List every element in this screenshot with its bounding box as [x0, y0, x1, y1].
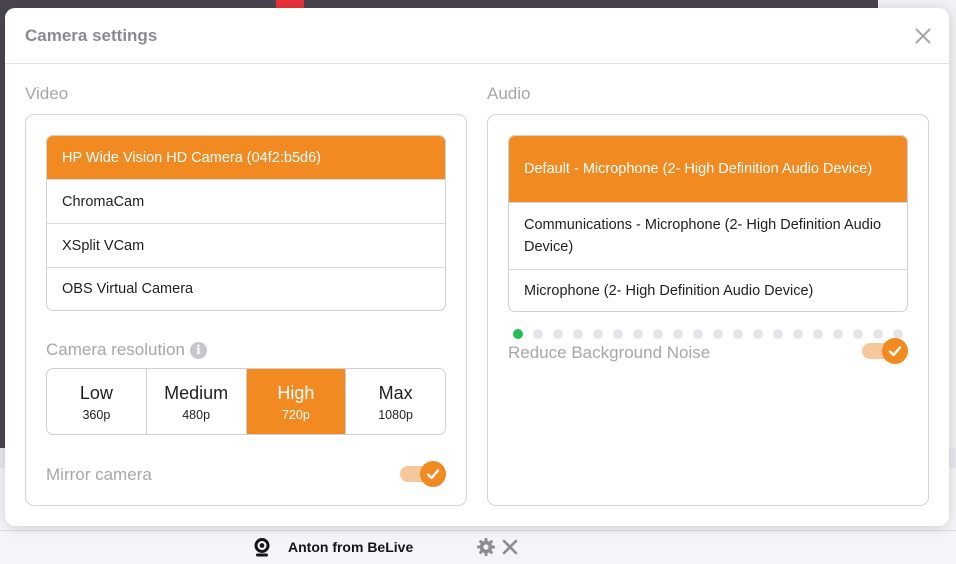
level-dot [713, 329, 723, 339]
level-dot [813, 329, 823, 339]
reduce-noise-toggle[interactable] [862, 338, 908, 364]
video-device-item[interactable]: OBS Virtual Camera [47, 267, 445, 310]
video-device-item[interactable]: ChromaCam [47, 179, 445, 223]
audio-device-item[interactable]: Microphone (2- High Definition Audio Dev… [509, 269, 907, 311]
level-dot [593, 329, 603, 339]
mirror-camera-label: Mirror camera [46, 465, 152, 484]
webcam-icon [252, 537, 272, 557]
level-dot [653, 329, 663, 339]
camera-resolution-label: Camera resolution i [46, 340, 207, 360]
level-dot [553, 329, 563, 339]
mirror-camera-toggle[interactable] [400, 461, 446, 487]
level-dot [633, 329, 643, 339]
video-section-title: Video [25, 84, 69, 103]
camera-source-name: Anton from BeLive [288, 539, 414, 555]
brand-mark [276, 0, 304, 8]
dialog-title: Camera settings [25, 26, 158, 45]
camera-settings-dialog: Camera settings Video HP Wide Vision HD … [5, 8, 949, 526]
reduce-noise-label: Reduce Background Noise [508, 343, 711, 362]
resolution-selector: Low 360p Medium 480p High 720p Max 1080p [46, 368, 446, 435]
video-device-item[interactable]: XSplit VCam [47, 223, 445, 267]
resolution-option-high[interactable]: High 720p [245, 369, 346, 434]
gear-icon[interactable] [476, 537, 496, 557]
resolution-option-low[interactable]: Low 360p [47, 369, 146, 434]
level-dot [753, 329, 763, 339]
audio-device-list: Default - Microphone (2- High Definition… [508, 135, 908, 312]
level-dot [773, 329, 783, 339]
checkmark-icon [420, 461, 446, 487]
level-dot [513, 329, 523, 339]
level-dot [693, 329, 703, 339]
close-icon[interactable] [915, 28, 931, 44]
level-dot [613, 329, 623, 339]
remove-source-icon[interactable] [500, 537, 520, 557]
info-icon[interactable]: i [189, 341, 207, 359]
resolution-option-max[interactable]: Max 1080p [345, 369, 445, 434]
level-dot [533, 329, 543, 339]
resolution-option-medium[interactable]: Medium 480p [145, 369, 246, 434]
camera-source-chip: Anton from BeLive [252, 536, 518, 558]
video-device-item[interactable]: HP Wide Vision HD Camera (04f2:b5d6) [47, 136, 445, 179]
audio-section-title: Audio [487, 84, 531, 103]
level-dot [793, 329, 803, 339]
level-dot [573, 329, 583, 339]
video-device-list: HP Wide Vision HD Camera (04f2:b5d6) Chr… [46, 135, 446, 311]
audio-device-item[interactable]: Default - Microphone (2- High Definition… [509, 136, 907, 202]
dialog-header: Camera settings [5, 8, 949, 64]
level-dot [833, 329, 843, 339]
audio-level-meter [513, 329, 903, 339]
checkmark-icon [882, 338, 908, 364]
audio-device-item[interactable]: Communications - Microphone (2- High Def… [509, 202, 907, 269]
level-dot [733, 329, 743, 339]
level-dot [673, 329, 683, 339]
